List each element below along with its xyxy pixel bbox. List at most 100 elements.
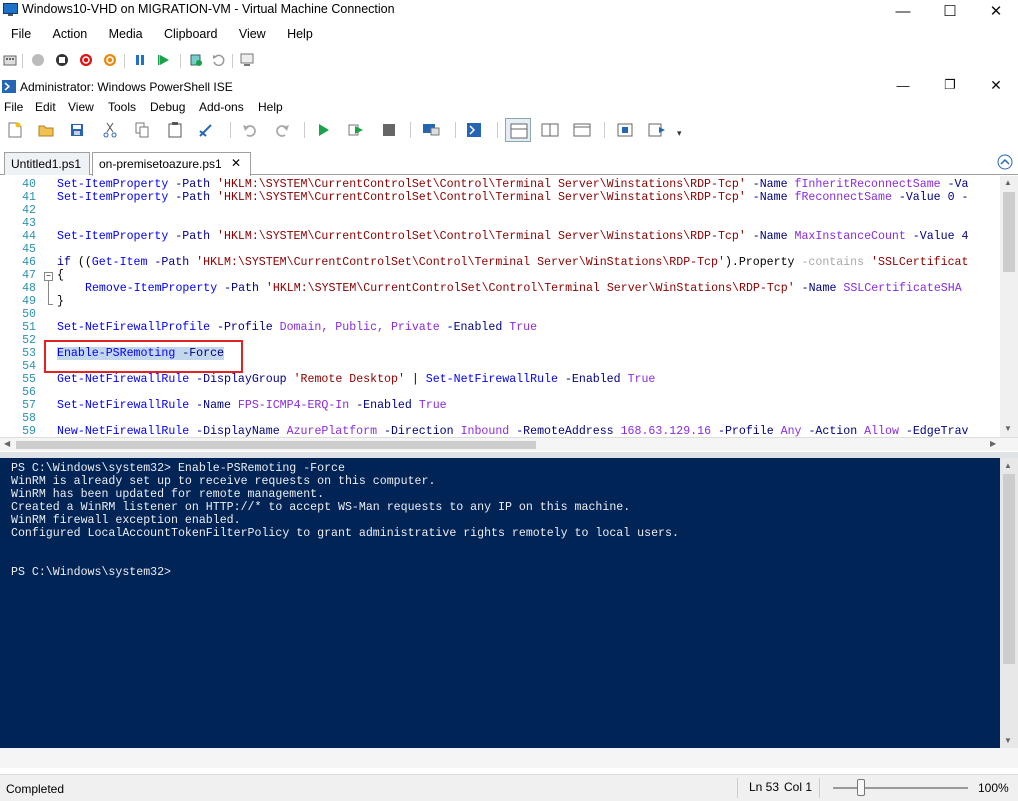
scroll-up-icon[interactable]: ▲ [1004,461,1012,470]
powershell-app-icon [2,80,16,93]
vm-menu-action[interactable]: Action [53,24,88,41]
editor-vertical-scrollbar[interactable]: ▲ ▼ [1000,176,1018,437]
tab-untitled1[interactable]: Untitled1.ps1 [4,152,90,175]
scrollbar-thumb[interactable] [16,441,536,449]
ise-menu-tools[interactable]: Tools [108,100,136,114]
start-icon[interactable] [30,52,46,68]
console-line: WinRM is already set up to receive reque… [11,475,436,488]
vm-menu-view[interactable]: View [239,24,266,41]
line-number: 41 [22,191,36,204]
run-selection-icon[interactable] [347,121,365,139]
enhanced-session-icon[interactable] [240,52,256,68]
code-line-57: Set-NetFirewallRule -Name FPS-ICMP4-ERQ-… [57,399,447,412]
scroll-down-icon[interactable]: ▼ [1004,736,1012,745]
pause-icon[interactable] [132,52,148,68]
code-line-55: Get-NetFirewallRule -DisplayGroup 'Remot… [57,373,656,386]
clear-console-icon[interactable] [197,121,215,139]
line-number: 43 [22,217,36,230]
ise-menu-addons[interactable]: Add-ons [199,100,244,114]
checkpoint-icon[interactable] [188,52,204,68]
region-guide [48,281,49,304]
undo-icon[interactable] [241,121,259,139]
run-script-icon[interactable] [314,121,332,139]
status-divider [819,778,820,798]
revert-icon[interactable] [210,52,226,68]
turn-off-icon[interactable] [54,52,70,68]
code-line-48: Remove-ItemProperty -Path 'HKLM:\SYSTEM\… [85,282,962,295]
status-divider [737,778,738,798]
stop-icon[interactable] [380,121,398,139]
line-number: 49 [22,295,36,308]
scroll-up-icon[interactable]: ▲ [1004,178,1012,187]
console-vertical-scrollbar[interactable]: ▲ ▼ [1000,458,1018,748]
show-script-maximized-icon[interactable] [573,121,591,139]
line-number: 53 [22,347,36,360]
paste-icon[interactable] [166,121,184,139]
new-file-icon[interactable] [6,121,24,139]
code-line-41: Set-ItemProperty -Path 'HKLM:\SYSTEM\Cur… [57,191,969,204]
line-number: 48 [22,282,36,295]
line-indicator: Ln 53 [749,780,780,794]
vm-menu-file[interactable]: File [11,24,31,41]
line-number: 42 [22,204,36,217]
scroll-down-icon[interactable]: ▼ [1004,424,1012,433]
tab-on-premisetoazure[interactable]: on-premisetoazure.ps1 ✕ [92,152,251,176]
ise-restore-button[interactable]: ❐ [927,74,973,96]
ise-menu-view[interactable]: View [68,100,94,114]
line-number: 52 [22,334,36,347]
start-powershell-icon[interactable] [465,121,483,139]
vm-menu-clipboard[interactable]: Clipboard [164,24,218,41]
column-indicator: Col 1 [784,780,813,794]
console-bottom-gap [0,748,1018,768]
show-script-pane-icon[interactable] [616,121,634,139]
editor-horizontal-scrollbar[interactable]: ◀ ▶ [0,437,1018,451]
ise-minimize-button[interactable]: — [880,74,926,96]
scroll-right-icon[interactable]: ▶ [990,439,996,448]
resume-icon[interactable] [156,52,172,68]
show-script-right-icon[interactable] [541,121,559,139]
show-command-addon-icon[interactable] [648,121,666,139]
console-pane[interactable]: PS C:\Windows\system32> Enable-PSRemotin… [0,458,1000,748]
vm-app-icon [3,3,18,17]
remote-powershell-icon[interactable] [422,121,440,139]
ise-menu-edit[interactable]: Edit [35,100,56,114]
ise-menubar: File Edit View Tools Debug Add-ons Help [0,98,1018,116]
close-tab-icon[interactable]: ✕ [231,156,241,170]
scrollbar-thumb[interactable] [1003,192,1015,272]
scroll-left-icon[interactable]: ◀ [4,439,10,448]
console-line: PS C:\Windows\system32> Enable-PSRemotin… [11,462,345,475]
vm-maximize-button[interactable]: ☐ [927,0,973,22]
ise-menu-file[interactable]: File [4,100,23,114]
scrollbar-thumb[interactable] [1003,474,1015,664]
copy-icon[interactable] [133,121,151,139]
line-number: 54 [22,360,36,373]
vm-close-button[interactable]: ✕ [973,0,1018,22]
line-number: 40 [22,178,36,191]
vm-menu-media[interactable]: Media [109,24,143,41]
open-folder-icon[interactable] [37,121,55,139]
vm-minimize-button[interactable]: — [880,0,926,22]
save-state-icon[interactable] [102,52,118,68]
shutdown-icon[interactable] [78,52,94,68]
ise-menu-debug[interactable]: Debug [150,100,185,114]
code-line-49: } [57,295,64,308]
toolbar-overflow-icon[interactable]: ▾ [677,128,682,139]
script-editor[interactable]: 40 41 42 43 44 45 46 47 48 49 50 51 52 5… [0,176,1000,437]
ctrl-alt-del-icon[interactable] [2,52,18,68]
zoom-slider-track[interactable] [833,787,968,789]
tab-label: Untitled1.ps1 [11,157,82,171]
redo-icon[interactable] [273,121,291,139]
ise-menu-help[interactable]: Help [258,100,283,114]
line-number: 59 [22,425,36,437]
ise-close-button[interactable]: ✕ [973,74,1018,96]
cut-icon[interactable] [101,121,119,139]
show-script-top-button[interactable] [505,118,531,142]
code-line-40: Set-ItemProperty -Path 'HKLM:\SYSTEM\Cur… [57,178,969,191]
vm-menu-help[interactable]: Help [287,24,313,41]
collapse-script-pane-icon[interactable] [997,154,1013,170]
collapse-region-icon[interactable]: − [44,272,53,281]
script-tab-strip: Untitled1.ps1 on-premisetoazure.ps1 ✕ [0,148,1018,176]
save-icon[interactable] [68,121,86,139]
line-number: 55 [22,373,36,386]
zoom-slider-thumb[interactable] [857,779,865,796]
